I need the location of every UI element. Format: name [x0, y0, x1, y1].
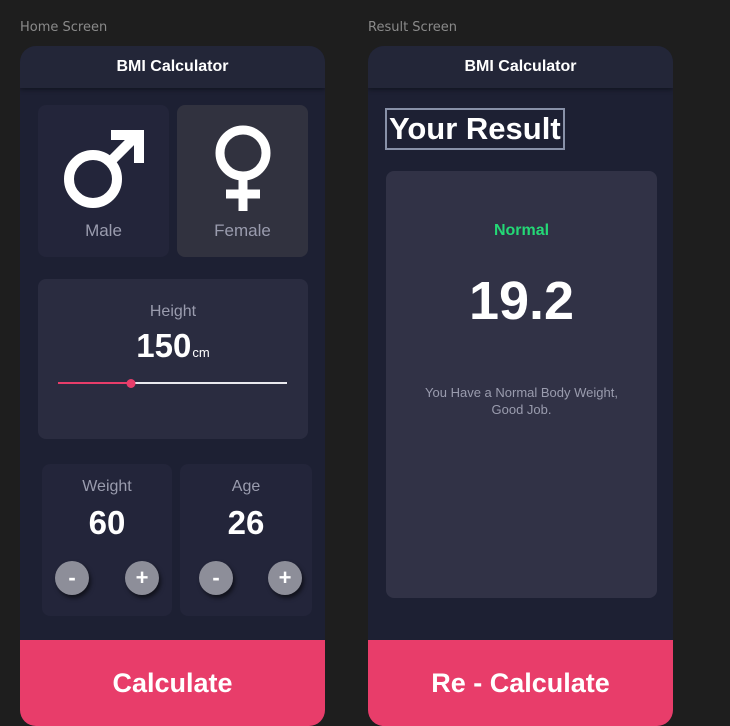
height-value: 150	[136, 327, 192, 364]
height-slider-fill	[58, 382, 132, 384]
result-heading: Your Result	[385, 108, 565, 150]
age-card: Age 26 - +	[180, 464, 312, 616]
result-screen: BMI Calculator Your Result Normal 19.2 Y…	[368, 46, 673, 726]
weight-value: 60	[88, 504, 126, 541]
result-frame-label: Result Screen	[368, 20, 457, 35]
result-card: Normal 19.2 You Have a Normal Body Weigh…	[386, 171, 657, 598]
female-symbol-icon	[215, 125, 270, 211]
height-slider[interactable]	[58, 378, 287, 388]
bmi-status: Normal	[493, 222, 550, 239]
weight-label: Weight	[82, 478, 132, 495]
male-symbol-icon	[63, 130, 144, 208]
age-value: 26	[227, 504, 265, 541]
height-slider-thumb[interactable]	[126, 378, 136, 388]
app-title: BMI Calculator	[368, 46, 673, 88]
female-label: Female	[214, 221, 271, 240]
calculate-button[interactable]: Calculate	[20, 640, 325, 726]
weight-decrement-button[interactable]: -	[55, 561, 89, 595]
home-frame-label: Home Screen	[20, 20, 108, 35]
weight-increment-button[interactable]: +	[125, 561, 159, 595]
male-label: Male	[85, 221, 122, 240]
height-value-row: 150cm	[38, 327, 308, 365]
weight-card: Weight 60 - +	[42, 464, 172, 616]
home-screen: BMI Calculator Male Female Height 150cm …	[20, 46, 325, 726]
male-card[interactable]: Male	[38, 105, 169, 257]
age-label: Age	[231, 478, 261, 495]
bmi-value: 19.2	[468, 271, 575, 331]
height-unit: cm	[192, 345, 210, 360]
recalculate-button[interactable]: Re - Calculate	[368, 640, 673, 726]
result-message: You Have a Normal Body Weight, Good Job.	[425, 385, 618, 417]
height-label: Height	[149, 303, 197, 320]
app-title: BMI Calculator	[20, 46, 325, 88]
height-card: Height 150cm	[38, 279, 308, 439]
female-card[interactable]: Female	[177, 105, 308, 257]
age-increment-button[interactable]: +	[268, 561, 302, 595]
age-decrement-button[interactable]: -	[199, 561, 233, 595]
